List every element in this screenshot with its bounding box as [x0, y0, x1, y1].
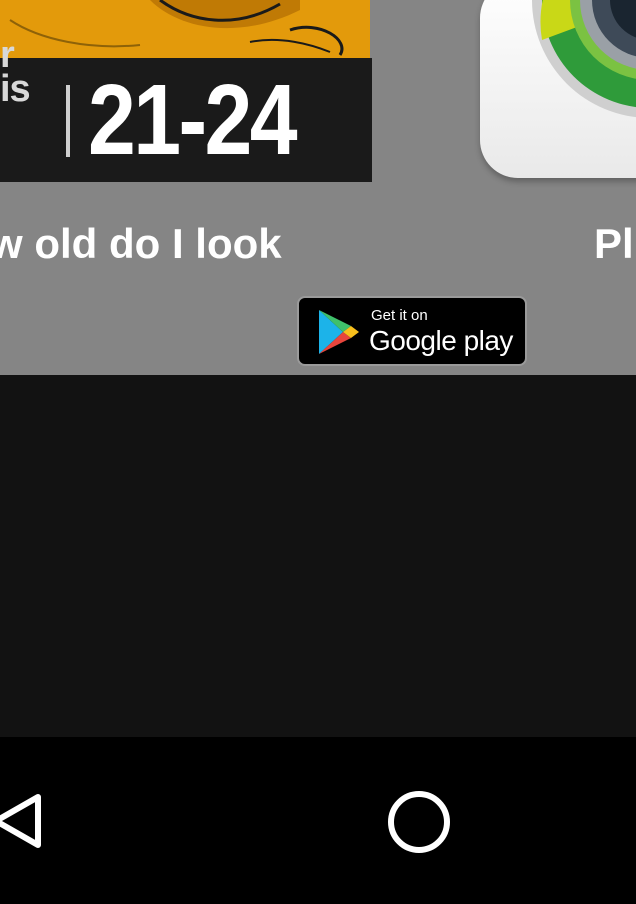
banner-separator: [66, 85, 70, 157]
badge-big-text: Google play: [369, 325, 513, 356]
banner-prefix: r is: [0, 36, 31, 108]
badge-small-text: Get it on: [371, 307, 428, 324]
app-title-left[interactable]: w old do I look: [0, 220, 282, 268]
app-promo-area: r is 21-24 w old do I look Pl Get it on …: [0, 0, 636, 375]
google-play-icon: [319, 310, 359, 354]
home-icon[interactable]: [384, 787, 454, 857]
banner-prefix-top: r: [0, 34, 15, 76]
back-icon[interactable]: [0, 791, 50, 871]
app-title-right[interactable]: Pl: [594, 220, 634, 268]
app-tile-right[interactable]: [480, 0, 636, 180]
google-play-badge[interactable]: Get it on Google play: [297, 296, 527, 366]
age-estimate-text: 21-24: [88, 64, 298, 176]
app-tile-how-old-do-i-look[interactable]: r is 21-24: [0, 0, 372, 182]
app-preview-photo: [0, 0, 370, 58]
dark-content-area: [0, 375, 636, 737]
camera-app-icon: [480, 0, 636, 178]
navigation-bar: [0, 737, 636, 904]
